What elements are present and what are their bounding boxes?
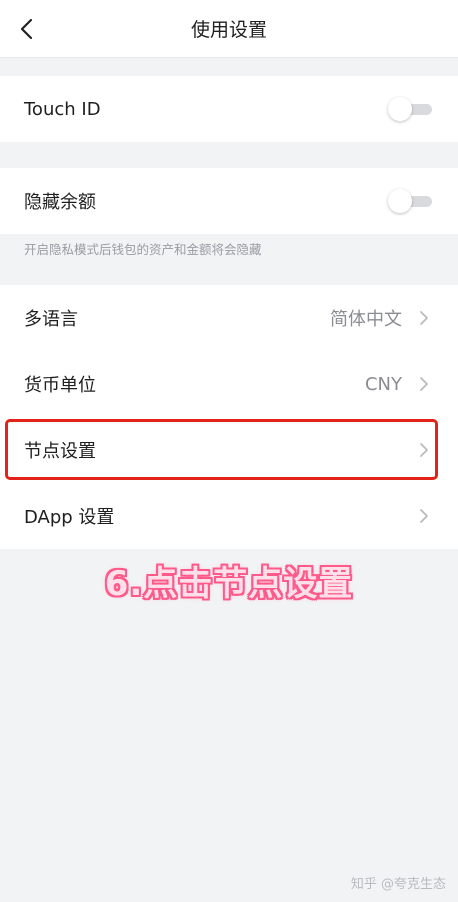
chevron-right-icon <box>420 311 428 325</box>
tutorial-caption: 6.点击节点设置 <box>104 564 354 604</box>
settings-row-value: CNY <box>364 373 402 395</box>
hide-balance-hint: 开启隐私模式后钱包的资产和金额将会隐藏 <box>0 234 458 266</box>
toggle-knob <box>388 189 412 213</box>
settings-row-label: DApp 设置 <box>24 507 115 528</box>
settings-row-label: 货币单位 <box>24 375 96 396</box>
hide-balance-row: 隐藏余额 <box>0 168 458 234</box>
chevron-right-icon <box>420 509 428 523</box>
toggle-knob <box>388 97 412 121</box>
settings-row-language[interactable]: 多语言 简体中文 <box>0 285 458 351</box>
chevron-right-icon <box>420 443 428 457</box>
chevron-right-icon <box>420 377 428 391</box>
settings-row-value: 简体中文 <box>330 309 402 330</box>
hide-balance-toggle[interactable] <box>388 189 432 213</box>
page-title: 使用设置 <box>190 19 267 41</box>
settings-list-card: 多语言 简体中文 货币单位 CNY 节点设置 DApp 设置 <box>0 285 458 549</box>
touch-id-toggle[interactable] <box>388 97 432 121</box>
touch-id-row: Touch ID <box>0 76 458 142</box>
navigation-bar: 使用设置 <box>0 0 458 58</box>
hide-balance-label: 隐藏余额 <box>24 192 96 213</box>
settings-row-node[interactable]: 节点设置 <box>0 417 458 483</box>
settings-row-dapp[interactable]: DApp 设置 <box>0 483 458 549</box>
touch-id-label: Touch ID <box>24 98 101 120</box>
settings-row-label: 节点设置 <box>24 441 96 462</box>
settings-row-currency[interactable]: 货币单位 CNY <box>0 351 458 417</box>
settings-row-label: 多语言 <box>24 309 78 330</box>
hide-balance-card: 隐藏余额 <box>0 168 458 234</box>
watermark: 知乎 @夸克生态 <box>350 877 446 892</box>
touch-id-card: Touch ID <box>0 76 458 142</box>
